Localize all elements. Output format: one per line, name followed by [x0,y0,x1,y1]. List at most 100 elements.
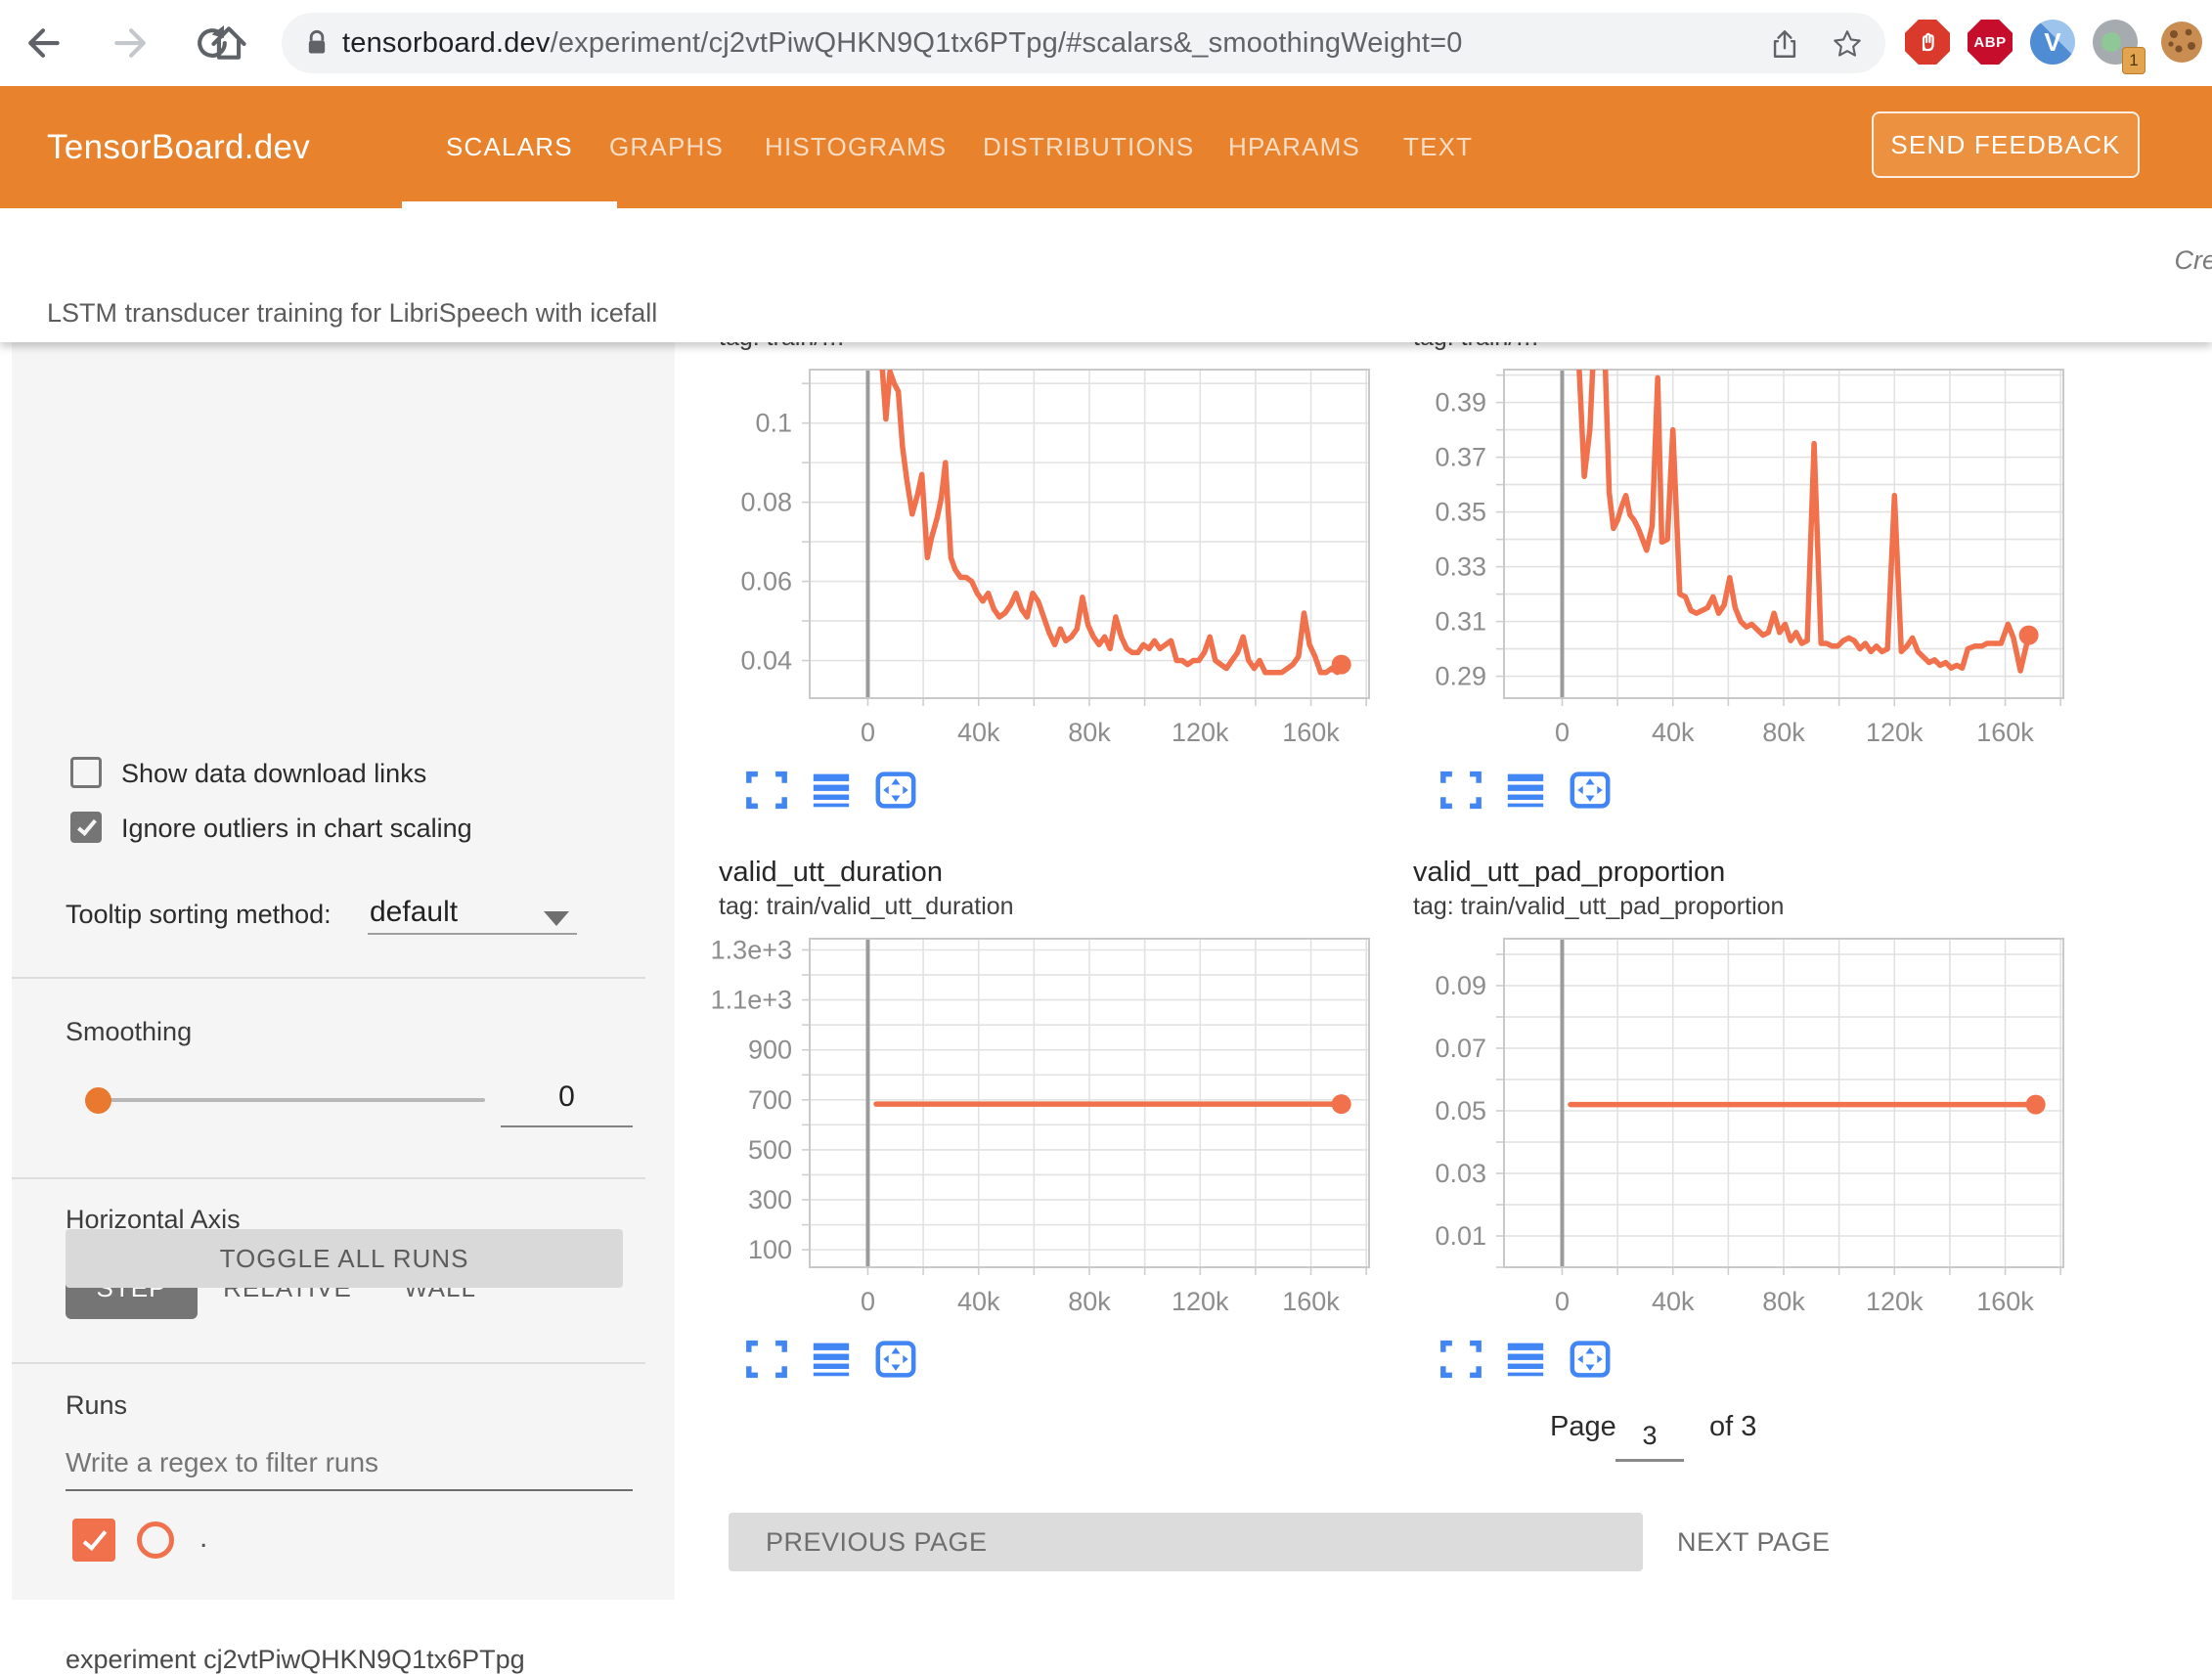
svg-text:40k: 40k [957,718,1000,747]
chart-card-3: valid_utt_pad_proportion tag: train/vali… [1379,855,2073,1379]
scalar-chart-plot[interactable]: 0.040.060.080.1040k80k120k160k [685,358,1379,759]
smoothing-value-input[interactable]: 0 [501,1080,633,1114]
scalar-chart-plot[interactable]: 0.290.310.330.350.370.39040k80k120k160k [1379,358,2073,759]
svg-text:300: 300 [748,1185,792,1214]
divider [12,977,645,979]
forward-icon[interactable] [110,22,153,65]
fullscreen-icon[interactable] [1439,771,1482,810]
svg-text:0.05: 0.05 [1435,1096,1486,1125]
flatten-lines-icon[interactable] [1504,1340,1547,1379]
tooltip-sorting-underline [368,933,577,935]
tab-histograms[interactable]: HISTOGRAMS [765,86,947,208]
show-download-links-checkbox[interactable] [70,757,102,788]
back-icon[interactable] [22,22,65,65]
chart-title: valid_utt_duration [719,855,1379,890]
chart-title: valid_utt_pad_proportion [1413,855,2073,890]
tooltip-sorting-dropdown[interactable]: default [370,896,458,929]
svg-text:160k: 160k [1976,718,2034,747]
chart-card-2: valid_utt_duration tag: train/valid_utt_… [685,855,1379,1379]
url-text[interactable]: tensorboard.dev/experiment/cj2vtPiwQHKN9… [342,27,1463,60]
svg-text:80k: 80k [1762,1287,1805,1316]
cookie-extension-icon[interactable] [2159,20,2204,65]
toggle-all-runs-button[interactable]: TOGGLE ALL RUNS [66,1229,623,1288]
abp-extension-icon[interactable]: ABP [1968,20,2013,65]
share-icon[interactable] [1768,27,1801,61]
runs-label: Runs [66,1390,127,1421]
extension-badge: 1 [2122,47,2146,74]
tab-graphs[interactable]: GRAPHS [609,86,724,208]
previous-page-button[interactable]: PREVIOUS PAGE [729,1513,1643,1571]
runs-filter-input[interactable]: Write a regex to filter runs [66,1447,378,1478]
fit-domain-icon[interactable] [1569,1340,1612,1379]
svg-text:40k: 40k [1652,1287,1695,1316]
flatten-lines-icon[interactable] [810,1340,853,1379]
send-feedback-button[interactable]: SEND FEEDBACK [1872,111,2140,178]
chevron-down-icon[interactable] [544,911,569,926]
fit-domain-icon[interactable] [874,771,917,810]
bookmark-star-icon[interactable] [1831,27,1864,61]
svg-text:120k: 120k [1866,1287,1924,1316]
scalar-chart-plot[interactable]: 1003005007009001.1e+31.3e+3040k80k120k16… [685,927,1379,1328]
smoothing-label: Smoothing [66,1017,192,1047]
app-logo[interactable]: TensorBoard.dev [47,86,310,208]
chart-tag: tag: train/… [1413,342,2073,354]
fullscreen-icon[interactable] [745,771,788,810]
tab-scalars[interactable]: SCALARS [446,86,573,208]
status-extension-icon[interactable]: 1 [2093,20,2138,65]
svg-text:80k: 80k [1068,1287,1111,1316]
svg-text:0.29: 0.29 [1435,662,1486,691]
smoothing-slider-track[interactable] [105,1098,485,1102]
svg-text:0.33: 0.33 [1435,552,1486,582]
page-number-input[interactable]: 3 [1615,1421,1684,1462]
chart-card-1: tag: train/… 0.290.310.330.350.370.39040… [1379,342,2073,810]
chart-row-bottom: valid_utt_duration tag: train/valid_utt_… [675,855,2212,1379]
app-header: TensorBoard.dev SCALARS GRAPHS HISTOGRAM… [0,86,2212,208]
svg-text:0.08: 0.08 [740,488,792,517]
fullscreen-icon[interactable] [745,1340,788,1379]
svg-text:0.04: 0.04 [740,646,792,676]
vimium-extension-icon[interactable]: V [2030,20,2075,65]
svg-text:900: 900 [748,1036,792,1065]
flatten-lines-icon[interactable] [810,771,853,810]
fit-domain-icon[interactable] [1569,771,1612,810]
chart-tag: tag: train/valid_utt_pad_proportion [1413,890,2073,923]
svg-text:0.37: 0.37 [1435,443,1486,472]
run-color-swatch[interactable] [137,1521,174,1559]
chart-toolbar [1439,771,2073,810]
divider [12,1177,645,1179]
fit-domain-icon[interactable] [874,1340,917,1379]
smoothing-slider-thumb[interactable] [85,1087,111,1114]
svg-text:120k: 120k [1866,718,1924,747]
svg-text:0.06: 0.06 [740,567,792,596]
run-checkbox[interactable] [72,1519,115,1562]
url-bar[interactable]: tensorboard.dev/experiment/cj2vtPiwQHKN9… [282,13,1885,73]
tab-distributions[interactable]: DISTRIBUTIONS [983,86,1194,208]
svg-text:160k: 160k [1976,1287,2034,1316]
tab-hparams[interactable]: HPARAMS [1228,86,1360,208]
page-label: Page [1550,1411,1616,1443]
svg-text:100: 100 [748,1235,792,1264]
chart-toolbar [1439,1340,2073,1379]
svg-text:0.07: 0.07 [1435,1034,1486,1063]
home-icon[interactable] [207,22,250,65]
svg-text:160k: 160k [1282,1287,1340,1316]
created-text-clipped: Crea [2174,245,2212,276]
scalar-chart-plot[interactable]: 0.010.030.050.070.09040k80k120k160k [1379,927,2073,1328]
flatten-lines-icon[interactable] [1504,771,1547,810]
ignore-outliers-checkbox[interactable] [70,812,102,843]
experiment-id-label: experiment cj2vtPiwQHKN9Q1tx6PTpg [66,1645,525,1675]
svg-text:80k: 80k [1068,718,1111,747]
chart-toolbar [745,1340,1379,1379]
svg-text:0: 0 [861,1287,875,1316]
fullscreen-icon[interactable] [1439,1340,1482,1379]
adblock-hand-extension-icon[interactable] [1905,20,1950,65]
experiment-description: LSTM transducer training for LibriSpeech… [47,298,657,329]
svg-text:1.3e+3: 1.3e+3 [711,935,792,964]
ignore-outliers-label: Ignore outliers in chart scaling [121,814,472,844]
svg-text:40k: 40k [1652,718,1695,747]
chart-card-0: tag: train/… 0.040.060.080.1040k80k120k1… [685,342,1379,810]
svg-text:0.09: 0.09 [1435,971,1486,1000]
next-page-button[interactable]: NEXT PAGE [1677,1513,1831,1571]
svg-text:1.1e+3: 1.1e+3 [711,986,792,1015]
tab-text[interactable]: TEXT [1403,86,1473,208]
